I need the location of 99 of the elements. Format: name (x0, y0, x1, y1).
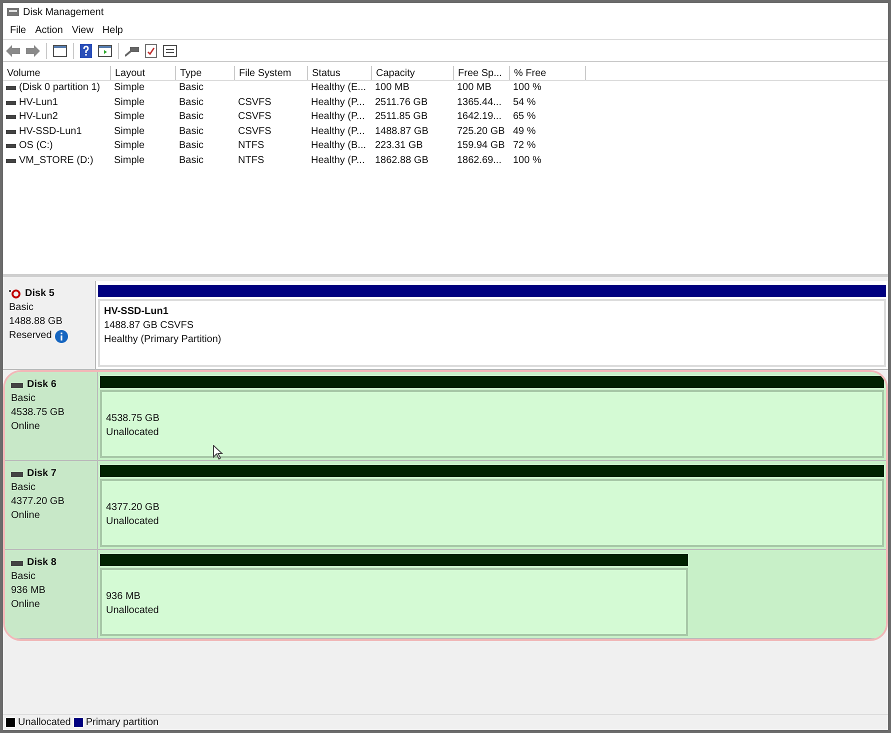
partition-status: Unallocated (106, 604, 160, 618)
disk-type: Basic (11, 392, 36, 406)
partition-name: HV-SSD-Lun1 (104, 305, 170, 319)
column-header[interactable]: Layout (111, 66, 176, 80)
column-header[interactable]: Type (176, 66, 235, 80)
disk-name: Disk 8 (27, 556, 56, 570)
partition-size: 1488.87 GB CSVFS (104, 319, 194, 333)
disk-status: Online (11, 598, 40, 612)
table-cell-text: Basic (179, 81, 204, 95)
table-cell-text: 100 % (513, 81, 542, 95)
app-icon (7, 7, 19, 17)
partition-status: Unallocated (106, 426, 160, 440)
table-cell-text: Simple (114, 110, 145, 124)
table-cell-text: 159.94 GB (457, 139, 505, 153)
disk-size: 936 MB (11, 584, 46, 598)
menu-item[interactable]: Action (31, 22, 67, 38)
table-cell-text: NTFS (238, 154, 264, 168)
disk-status: Online (11, 420, 40, 434)
info-icon (54, 330, 68, 342)
disk-error-icon (9, 289, 21, 299)
table-cell-text: Healthy (B... (311, 139, 366, 153)
table-cell-text: VM_STORE (D:) (19, 154, 94, 168)
forward-arrow-icon[interactable] (26, 44, 40, 56)
table-cell-text: Simple (114, 124, 145, 138)
table-cell-text: 100 MB (375, 81, 410, 95)
disk-status: Reserved (9, 329, 52, 343)
table-cell-text: Healthy (P... (311, 110, 365, 124)
table-cell-text: 2511.85 GB (375, 110, 428, 124)
panel-icon[interactable] (98, 44, 112, 56)
window-title: Disk Management (23, 6, 104, 20)
table-cell-text: 54 % (513, 96, 536, 110)
table-cell-text: 223.31 GB (375, 139, 423, 153)
legend-label: Unallocated (18, 716, 71, 730)
menu-item[interactable]: File (6, 22, 30, 38)
table-cell-text: Basic (179, 96, 204, 110)
table-cell-text: CSVFS (238, 110, 272, 124)
disk-size: 4377.20 GB (11, 495, 66, 509)
menu-item[interactable]: Help (98, 22, 127, 38)
legend-label: Primary partition (86, 716, 159, 730)
table-cell-text: 1365.44... (457, 96, 502, 110)
mouse-cursor-icon (213, 445, 223, 460)
table-cell-text: Healthy (P... (311, 96, 365, 110)
properties-icon[interactable] (163, 44, 177, 56)
disk-name: Disk 5 (25, 287, 54, 301)
table-cell-text: 49 % (513, 124, 536, 138)
table-cell-text: Basic (179, 139, 204, 153)
connect-icon[interactable] (125, 44, 139, 56)
table-cell-text: CSVFS (238, 96, 272, 110)
table-cell-text: Simple (114, 154, 145, 168)
partition-status: Healthy (Primary Partition) (104, 333, 222, 347)
panel-icon[interactable] (53, 44, 67, 56)
disk-type: Basic (11, 481, 36, 495)
table-cell-text: Healthy (P... (311, 154, 365, 168)
help-icon[interactable] (80, 44, 92, 58)
table-cell-text: Basic (179, 124, 204, 138)
table-cell-text: HV-Lun2 (19, 110, 58, 124)
table-cell-text: 1488.87 GB (375, 124, 428, 138)
table-cell-text: HV-SSD-Lun1 (19, 124, 82, 138)
table-cell-text: (Disk 0 partition 1) (19, 81, 100, 95)
column-header[interactable]: Free Sp... (454, 66, 510, 80)
table-cell-text: 100 MB (457, 81, 492, 95)
partition-size: 936 MB (106, 590, 142, 604)
column-header[interactable]: Volume (3, 66, 111, 80)
table-cell-text: 1862.88 GB (375, 154, 428, 168)
table-cell-text: Basic (179, 110, 204, 124)
disk-type: Basic (11, 570, 36, 584)
column-header[interactable]: Status (308, 66, 372, 80)
table-cell-text: OS (C:) (19, 139, 53, 153)
disk-type: Basic (9, 301, 34, 315)
disk-size: 4538.75 GB (11, 406, 66, 420)
table-cell-text: HV-Lun1 (19, 96, 58, 110)
column-header[interactable]: Capacity (372, 66, 454, 80)
table-cell-text: Healthy (E... (311, 81, 366, 95)
table-cell-text: 65 % (513, 110, 536, 124)
menu-item[interactable]: View (68, 22, 98, 38)
partition-size: 4538.75 GB (106, 412, 160, 426)
table-cell-text: Simple (114, 139, 145, 153)
disk-size: 1488.88 GB (9, 315, 64, 329)
table-cell-text: Basic (179, 154, 204, 168)
table-cell-text: 725.20 GB (457, 124, 505, 138)
column-header[interactable]: File System (235, 66, 308, 80)
table-cell-text: Simple (114, 96, 145, 110)
table-cell-text: 2511.76 GB (375, 96, 428, 110)
table-cell-text: Simple (114, 81, 145, 95)
disk-status: Online (11, 509, 40, 523)
table-cell-text: CSVFS (238, 124, 272, 138)
column-header[interactable]: % Free (510, 66, 586, 80)
disk-name: Disk 6 (27, 378, 56, 392)
partition-size: 4377.20 GB (106, 501, 160, 515)
table-cell-text: Healthy (P... (311, 124, 365, 138)
table-cell-text: 1642.19... (457, 110, 502, 124)
disk-name: Disk 7 (27, 467, 56, 481)
back-arrow-icon[interactable] (6, 44, 20, 56)
table-cell-text: 1862.69... (457, 154, 502, 168)
table-cell-text: 72 % (513, 139, 536, 153)
checklist-icon[interactable] (145, 44, 157, 58)
table-cell-text: NTFS (238, 139, 264, 153)
partition-status: Unallocated (106, 515, 160, 529)
table-cell-text: 100 % (513, 154, 542, 168)
